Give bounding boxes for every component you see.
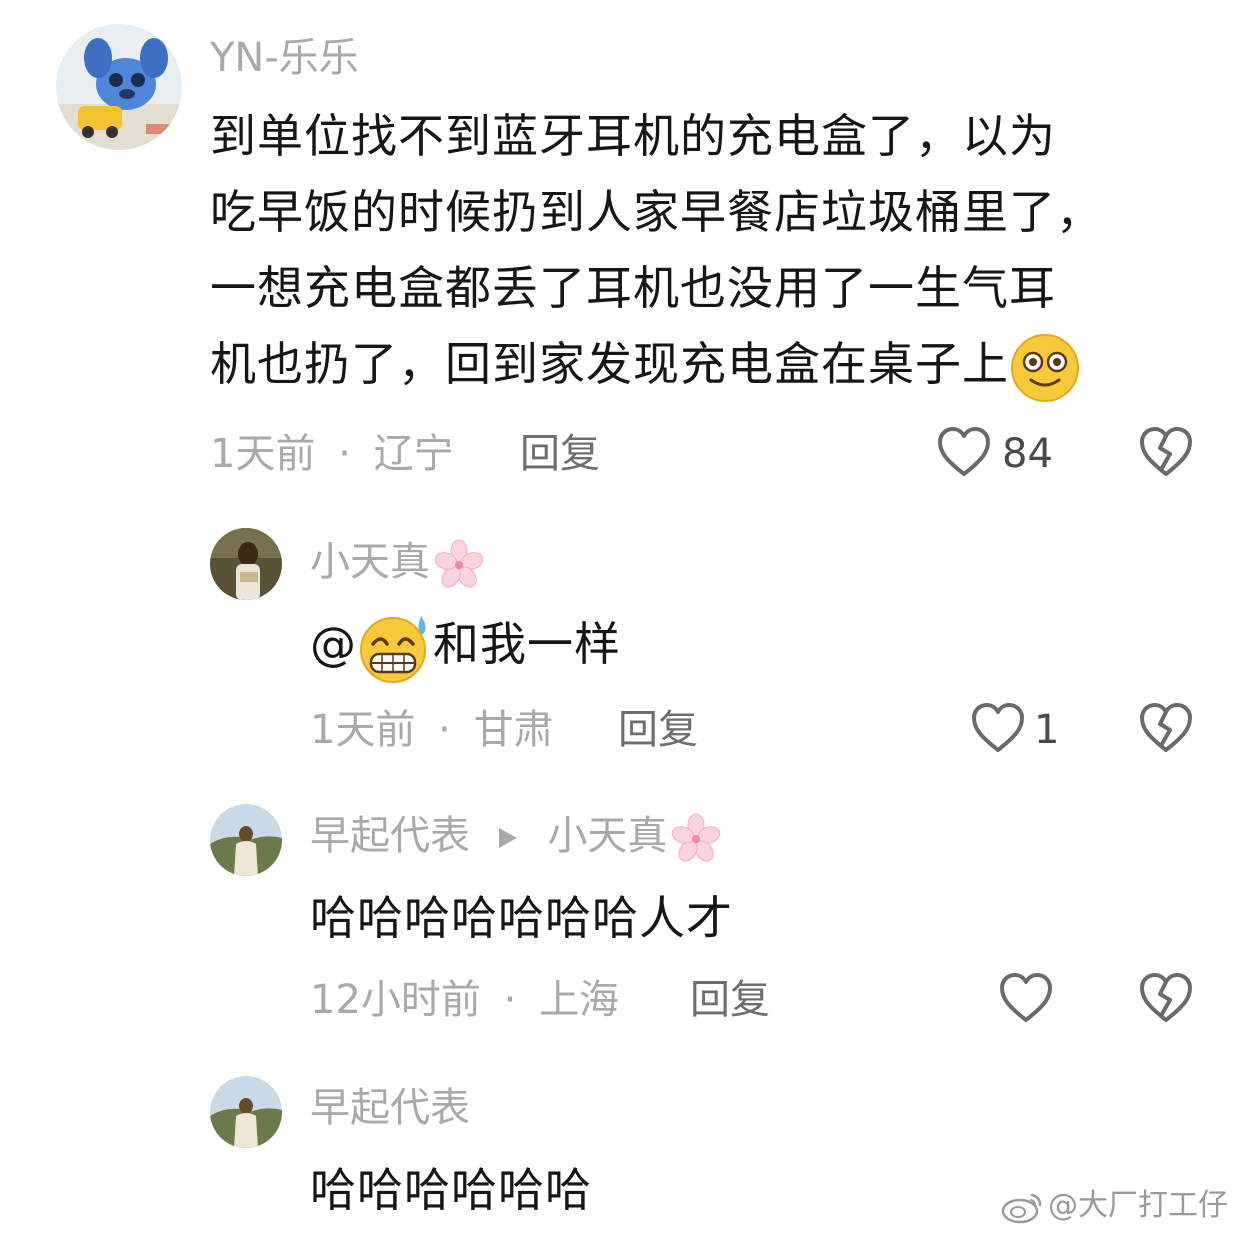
comment-text-line: 机也扔了，回到家发现充电盒在桌子上 bbox=[210, 337, 1009, 391]
like-count: 1 bbox=[1034, 707, 1060, 753]
username[interactable]: YN-乐乐 bbox=[210, 34, 359, 82]
like-count: 84 bbox=[1002, 431, 1053, 477]
broken-heart-icon[interactable] bbox=[1138, 702, 1194, 754]
comment-text-line: 一想充电盒都丢了耳机也没用了一生气耳 bbox=[210, 261, 1056, 315]
username[interactable]: 小天真 bbox=[310, 538, 484, 589]
play-triangle-icon bbox=[498, 828, 517, 848]
weibo-logo-icon bbox=[1001, 1193, 1042, 1223]
comment-text: @ 和我一样 bbox=[310, 606, 621, 684]
username: 早起代表 小天真 bbox=[310, 812, 721, 863]
avatar[interactable] bbox=[210, 804, 282, 876]
heart-outline-icon[interactable] bbox=[998, 972, 1054, 1024]
comment-meta: 12小时前 · 上海 bbox=[310, 976, 619, 1024]
comment-meta: 1天前 · 甘肃 bbox=[310, 706, 554, 754]
comment-time: 1天前 bbox=[310, 707, 416, 753]
comment-text: 哈哈哈哈哈哈 bbox=[310, 1163, 592, 1217]
sweat-grin-emoji bbox=[360, 615, 426, 683]
avatar[interactable] bbox=[210, 1076, 282, 1148]
meta-separator: · bbox=[438, 707, 451, 753]
heart-outline-icon[interactable] bbox=[936, 426, 992, 478]
comment-location: 上海 bbox=[539, 977, 620, 1023]
reply-author[interactable]: 早起代表 bbox=[310, 813, 470, 859]
sakura-emoji bbox=[434, 539, 484, 588]
reply-button[interactable]: 回复 bbox=[618, 706, 698, 754]
reply-target[interactable]: 小天真 bbox=[547, 813, 667, 859]
comment-text-line: 吃早饭的时候扔到人家早餐店垃圾桶里了， bbox=[210, 185, 1103, 239]
comment-text-line: 到单位找不到蓝牙耳机的充电盒了，以为 bbox=[210, 109, 1056, 163]
avatar[interactable] bbox=[210, 528, 282, 600]
broken-heart-icon[interactable] bbox=[1138, 426, 1194, 478]
reply-button[interactable]: 回复 bbox=[690, 976, 770, 1024]
comment-text: 哈哈哈哈哈哈哈人才 bbox=[310, 891, 733, 945]
meta-separator: · bbox=[338, 431, 351, 477]
watermark-text: @大厂打工仔 bbox=[1048, 1188, 1228, 1223]
comment-time: 12小时前 bbox=[310, 977, 481, 1023]
comment-location: 甘肃 bbox=[473, 707, 554, 753]
comment-text-body: 和我一样 bbox=[433, 617, 621, 671]
mention-prefix[interactable]: @ bbox=[310, 617, 357, 671]
comment-text: 到单位找不到蓝牙耳机的充电盒了，以为 吃早饭的时候扔到人家早餐店垃圾桶里了， 一… bbox=[210, 98, 1210, 404]
comment-time: 1天前 bbox=[210, 431, 316, 477]
broken-heart-icon[interactable] bbox=[1138, 972, 1194, 1024]
comment-location: 辽宁 bbox=[373, 431, 454, 477]
meta-separator: · bbox=[503, 977, 517, 1023]
watermark: @大厂打工仔 bbox=[1000, 1186, 1228, 1226]
username[interactable]: 早起代表 bbox=[310, 1084, 470, 1132]
dizzy-face-emoji bbox=[1011, 333, 1079, 402]
avatar[interactable] bbox=[56, 24, 182, 150]
comment-meta: 1天前 · 辽宁 bbox=[210, 430, 454, 478]
heart-outline-icon[interactable] bbox=[970, 702, 1026, 754]
sakura-emoji bbox=[672, 813, 721, 862]
reply-button[interactable]: 回复 bbox=[520, 430, 600, 478]
